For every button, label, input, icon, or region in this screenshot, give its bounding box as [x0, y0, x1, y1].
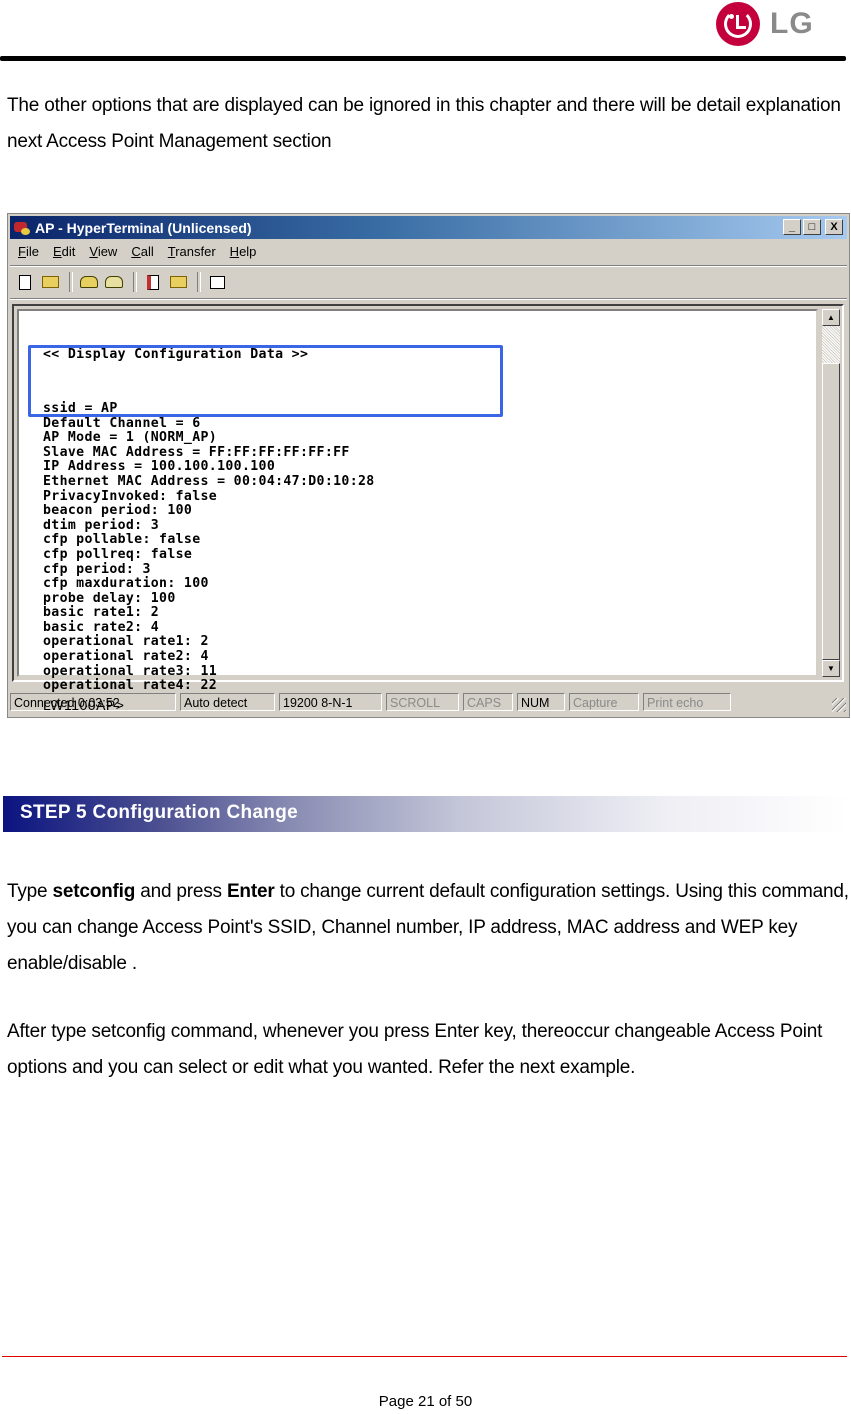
key-enter: Enter [226, 881, 275, 902]
status-capture: Capture [569, 693, 639, 711]
terminal-frame: << Display Configuration Data >> ssid = … [12, 304, 844, 712]
status-scroll: SCROLL [386, 693, 459, 711]
terminal-line: Default Channel = 6 [43, 415, 201, 431]
hyperterminal-app-icon [13, 220, 31, 236]
menu-separator [10, 265, 847, 267]
terminal-line: dtim period: 3 [43, 517, 160, 533]
status-port-settings: 19200 8-N-1 [279, 693, 382, 711]
terminal-line: basic rate1: 2 [43, 605, 160, 621]
title-bar[interactable]: AP - HyperTerminal (Unlicensed) _ □ X [10, 216, 847, 239]
menu-help[interactable]: Help [224, 242, 265, 262]
terminal-line: cfp maxduration: 100 [43, 576, 209, 592]
page-number: Page 21 of 50 [378, 1393, 473, 1410]
toolbar [14, 269, 231, 295]
terminal-line: Ethernet MAC Address = 00:04:47:D0:10:28 [43, 473, 375, 489]
highlight-box [28, 345, 503, 417]
status-detect: Auto detect [180, 693, 275, 711]
toolbar-separator [69, 272, 73, 292]
vertical-scrollbar[interactable]: ▲ ▼ [822, 309, 840, 677]
step-banner: STEP 5 Configuration Change [3, 796, 849, 832]
menu-file[interactable]: File [12, 242, 47, 262]
terminal-line: operational rate1: 2 [43, 634, 209, 650]
toolbar-separator-line [10, 298, 847, 300]
toolbar-separator [197, 272, 201, 292]
terminal-line: beacon period: 100 [43, 503, 193, 519]
terminal-line: operational rate2: 4 [43, 649, 209, 665]
step-title: STEP 5 Configuration Change [20, 802, 298, 823]
status-num: NUM [517, 693, 565, 711]
window-title: AP - HyperTerminal (Unlicensed) [35, 219, 252, 236]
disconnect-icon[interactable] [103, 271, 125, 293]
terminal-line: IP Address = 100.100.100.100 [43, 459, 276, 475]
lg-face-icon [716, 2, 760, 46]
hyperterminal-window: AP - HyperTerminal (Unlicensed) _ □ X Fi… [7, 213, 850, 718]
status-caps: CAPS [463, 693, 513, 711]
scroll-down-button[interactable]: ▼ [822, 660, 840, 677]
terminal-line: cfp pollable: false [43, 532, 201, 548]
command-setconfig: setconfig [52, 881, 136, 902]
status-print-echo: Print echo [643, 693, 731, 711]
scroll-track[interactable] [822, 326, 840, 660]
terminal-line: PrivacyInvoked: false [43, 488, 218, 504]
menu-view[interactable]: View [83, 242, 125, 262]
toolbar-separator [133, 272, 137, 292]
status-bar: Connected 0:03:52 Auto detect 19200 8-N-… [10, 691, 847, 713]
terminal-line: AP Mode = 1 (NORM_AP) [43, 430, 218, 446]
terminal-screen[interactable]: << Display Configuration Data >> ssid = … [17, 309, 818, 712]
header-rule [0, 56, 846, 61]
menu-edit[interactable]: Edit [47, 242, 83, 262]
minimize-button[interactable]: _ [783, 219, 801, 235]
resize-grip-icon[interactable] [832, 698, 846, 712]
terminal-line: Slave MAC Address = FF:FF:FF:FF:FF:FF [43, 444, 350, 460]
maximize-button[interactable]: □ [803, 219, 821, 235]
lg-logo: LG [716, 2, 826, 46]
scroll-up-button[interactable]: ▲ [822, 309, 840, 326]
open-icon[interactable] [39, 271, 61, 293]
connect-icon[interactable] [78, 271, 100, 293]
properties-icon[interactable] [206, 271, 228, 293]
new-icon[interactable] [14, 271, 36, 293]
menu-transfer[interactable]: Transfer [162, 242, 224, 262]
status-connected: Connected 0:03:52 [10, 693, 176, 711]
menu-bar: File Edit View Call Transfer Help [12, 242, 264, 262]
send-icon[interactable] [142, 271, 164, 293]
intro-paragraph: The other options that are displayed can… [7, 95, 841, 152]
close-button[interactable]: X [825, 219, 843, 235]
after-setconfig-paragraph: After type setconfig command, whenever y… [7, 1021, 823, 1078]
terminal-line: cfp pollreq: false [43, 546, 193, 562]
footer-rule [2, 1356, 847, 1357]
receive-icon[interactable] [167, 271, 189, 293]
setconfig-paragraph: Type setconfig and press Enter to change… [7, 881, 849, 974]
terminal-line: cfp period: 3 [43, 561, 151, 577]
scroll-thumb[interactable] [822, 363, 840, 660]
lg-logo-text: LG [770, 7, 814, 40]
menu-call[interactable]: Call [125, 242, 161, 262]
